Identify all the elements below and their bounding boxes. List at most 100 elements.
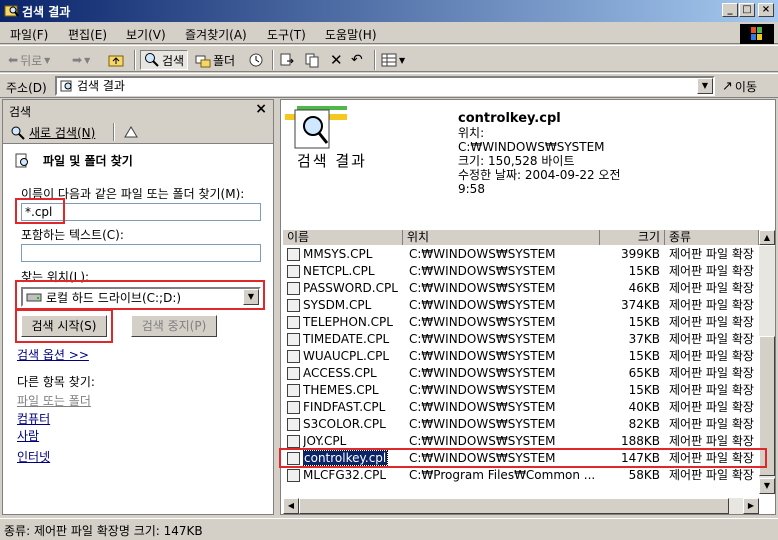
scroll-right-button[interactable]: ▶ [743,498,759,514]
move-to-button[interactable] [279,50,295,70]
table-row[interactable]: S3COLOR.CPL C:₩WINDOWS₩SYSTEM 82KB 제어판 파일 확… [283,416,759,433]
find-files-icon [15,153,28,167]
up-folder-button[interactable] [108,50,124,70]
control-panel-file-icon [287,265,300,278]
cell-type: 제어판 파일 확장 [669,434,754,448]
cell-size: 15KB [628,315,660,329]
size-value: 크기: 150,528 바이트 [458,154,575,168]
menu-tools[interactable]: 도구(T) [267,26,306,43]
menu-help[interactable]: 도움말(H) [325,26,377,43]
search-button[interactable]: 검색 [140,50,189,70]
control-panel-file-icon [287,452,300,465]
views-button[interactable]: ▼ [381,50,405,70]
folders-button[interactable]: 폴더 [195,50,235,70]
column-header-name[interactable]: 이름 [283,230,403,245]
menu-favorites[interactable]: 즐겨찾기(A) [185,26,247,43]
menu-view[interactable]: 보기(V) [126,26,166,43]
table-row[interactable]: MLCFG32.CPL C:₩Program Files₩Common ... 58… [283,467,759,484]
control-panel-file-icon [287,469,300,482]
horizontal-scroll-thumb[interactable] [299,498,729,514]
column-header-type[interactable]: 종류 [665,230,759,245]
modified-time: 9:58 [458,182,485,196]
table-row[interactable]: ACCESS.CPL C:₩WINDOWS₩SYSTEM 65KB 제어판 파일 확장 [283,365,759,382]
table-row[interactable]: TIMEDATE.CPL C:₩WINDOWS₩SYSTEM 37KB 제어판 파일 … [283,331,759,348]
files-or-folders-link[interactable]: 파일 또는 폴더 [17,392,91,409]
scroll-down-button[interactable]: ▼ [759,478,775,494]
close-pane-icon[interactable]: × [255,101,267,117]
menu-edit[interactable]: 편집(E) [68,26,107,43]
control-panel-file-icon [287,299,300,312]
up-folder-icon [108,55,124,67]
location-value: C:₩WINDOWS₩SYSTEM [458,140,605,154]
address-label: 주소(D) [6,81,47,95]
table-row[interactable]: FINDFAST.CPL C:₩WINDOWS₩SYSTEM 40KB 제어판 파일 … [283,399,759,416]
results-pane: 검색 결과 controlkey.cpl 위치: C:₩WINDOWS₩SYST… [279,99,776,515]
vertical-scrollbar[interactable]: ▼ [759,246,775,494]
table-row[interactable]: controlkey.cpl C:₩WINDOWS₩SYSTEM 147KB 제어판 … [283,450,759,467]
table-row[interactable]: SYSDM.CPL C:₩WINDOWS₩SYSTEM 374KB 제어판 파일 확장 [283,297,759,314]
new-search-button[interactable]: 새로 검색(N) [11,124,95,141]
cell-type: 제어판 파일 확장 [669,264,754,278]
table-row[interactable]: WUAUCPL.CPL C:₩WINDOWS₩SYSTEM 15KB 제어판 파일 확… [283,348,759,365]
horizontal-scrollbar[interactable]: ◀ ▶ [283,498,759,514]
undo-icon[interactable]: ↶ [351,50,363,70]
address-input[interactable]: 검색 결과 ▼ [55,76,715,96]
table-row[interactable]: NETCPL.CPL C:₩WINDOWS₩SYSTEM 15KB 제어판 파일 확장 [283,263,759,280]
control-panel-file-icon [287,316,300,329]
chevron-down-icon: ▼ [44,55,51,65]
minimize-button[interactable]: _ [722,3,738,17]
look-in-dropdown-button[interactable]: ▼ [243,289,259,305]
scroll-up-button[interactable]: ▲ [759,230,775,245]
internet-link[interactable]: 인터넷 [17,448,50,465]
search-options-link[interactable]: 검색 옵션 >> [17,346,89,363]
cell-name: TELEPHON.CPL [303,315,393,329]
table-row[interactable]: JOY.CPL C:₩WINDOWS₩SYSTEM 188KB 제어판 파일 확장 [283,433,759,450]
table-row[interactable]: MMSYS.CPL C:₩WINDOWS₩SYSTEM 399KB 제어판 파일 확장 [283,246,759,263]
cell-location: C:₩WINDOWS₩SYSTEM [409,315,556,329]
cell-name: S3COLOR.CPL [303,417,386,431]
cell-name: PASSWORD.CPL [303,281,398,295]
column-header-size[interactable]: 크기 [600,230,665,245]
column-header-location[interactable]: 위치 [403,230,600,245]
search-now-button[interactable]: 검색 시작(S) [21,315,107,337]
views-icon [381,53,397,67]
history-icon [249,53,263,67]
computers-link[interactable]: 컴퓨터 [17,410,50,427]
cell-type: 제어판 파일 확장 [669,468,754,482]
table-row[interactable]: THEMES.CPL C:₩WINDOWS₩SYSTEM 15KB 제어판 파일 확장 [283,382,759,399]
people-link[interactable]: 사람 [17,427,39,444]
filename-input[interactable]: *.cpl [21,203,261,221]
containing-text-input[interactable] [21,244,261,262]
cell-location: C:₩WINDOWS₩SYSTEM [409,383,556,397]
forward-button[interactable]: ➡ ▼ [72,50,90,70]
cell-location: C:₩WINDOWS₩SYSTEM [409,349,556,363]
scroll-left-button[interactable]: ◀ [283,498,299,514]
stop-search-button[interactable]: 검색 중지(P) [131,315,217,337]
cell-location: C:₩WINDOWS₩SYSTEM [409,366,556,380]
cell-location: C:₩WINDOWS₩SYSTEM [409,264,556,278]
cell-name: ACCESS.CPL [303,366,377,380]
control-panel-file-icon [287,282,300,295]
address-dropdown-button[interactable]: ▼ [697,78,713,94]
go-button[interactable]: ↗ 이동 [722,78,757,95]
search-icon [11,126,25,140]
table-row[interactable]: PASSWORD.CPL C:₩WINDOWS₩SYSTEM 46KB 제어판 파일 … [283,280,759,297]
search-results-icon [60,80,72,92]
chevron-down-icon: ▼ [84,55,91,65]
cell-type: 제어판 파일 확장 [669,383,754,397]
delete-icon[interactable]: ✕ [330,50,343,70]
search-assistant-icon[interactable] [123,125,139,139]
look-in-select[interactable]: 로컬 하드 드라이브(C:;D:) ▼ [21,287,261,307]
copy-to-button[interactable] [304,50,320,70]
close-button[interactable]: × [758,3,774,17]
look-in-label: 찾는 위치(L): [21,270,90,284]
cell-type: 제어판 파일 확장 [669,247,754,261]
menu-file[interactable]: 파일(F) [10,26,48,43]
back-button[interactable]: ⬅ 뒤로 ▼ [8,50,50,70]
move-to-icon [280,53,294,66]
vertical-scroll-thumb[interactable] [759,336,775,476]
table-row[interactable]: TELEPHON.CPL C:₩WINDOWS₩SYSTEM 15KB 제어판 파일 … [283,314,759,331]
cell-location: C:₩WINDOWS₩SYSTEM [409,434,556,448]
history-button[interactable] [248,50,264,70]
maximize-button[interactable]: □ [739,3,755,17]
